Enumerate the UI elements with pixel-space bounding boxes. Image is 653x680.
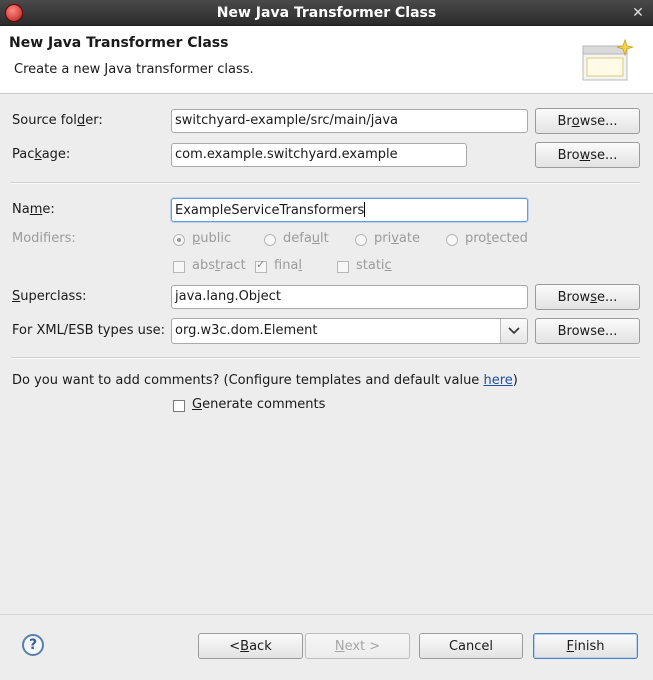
help-icon[interactable]: ? [22, 634, 44, 656]
final-checkbox[interactable] [255, 258, 267, 273]
name-label: Name: [12, 202, 55, 217]
wizard-title: New Java Transformer Class [9, 35, 229, 51]
finish-button[interactable]: Finish [533, 633, 638, 659]
title-bar: New Java Transformer Class ✕ [0, 0, 653, 26]
source-folder-label: Source folder: [12, 113, 103, 128]
static-checkbox-label: static [356, 258, 392, 273]
generate-comments-label: Generate comments [192, 397, 326, 412]
protected-radio-label: protected [465, 231, 528, 246]
xml-types-browse-button[interactable]: Browse... [535, 318, 640, 344]
superclass-input[interactable]: java.lang.Object [171, 285, 528, 309]
window-title: New Java Transformer Class [216, 4, 437, 21]
footer-separator [0, 614, 653, 615]
next-button[interactable]: Next > [305, 633, 410, 659]
public-radio[interactable] [173, 234, 185, 246]
static-checkbox[interactable] [337, 261, 349, 273]
separator [11, 182, 640, 184]
public-radio-label: public [192, 231, 232, 246]
configure-templates-link[interactable]: here [483, 373, 512, 388]
default-radio-label: default [283, 231, 329, 246]
xml-types-label: For XML/ESB types use: [12, 323, 166, 338]
class-name-value: ExampleServiceTransformers [175, 203, 365, 218]
private-radio-label: private [374, 231, 420, 246]
wizard-header: New Java Transformer Class Create a new … [0, 26, 653, 94]
private-radio[interactable] [355, 234, 367, 246]
protected-radio[interactable] [446, 234, 458, 246]
xml-types-combo[interactable]: org.w3c.dom.Element [171, 318, 528, 344]
package-input[interactable]: com.example.switchyard.example [171, 143, 467, 167]
abstract-checkbox[interactable] [173, 261, 185, 273]
xml-types-value: org.w3c.dom.Element [175, 323, 318, 338]
modifiers-label: Modifiers: [12, 231, 76, 246]
abstract-checkbox-label: abstract [192, 258, 246, 273]
package-label: Package: [12, 147, 71, 162]
superclass-label: Superclass: [12, 289, 87, 304]
separator [11, 357, 640, 359]
cancel-button[interactable]: Cancel [419, 633, 523, 659]
chevron-down-icon[interactable] [500, 319, 527, 343]
class-name-input[interactable]: ExampleServiceTransformers [171, 198, 528, 222]
source-folder-browse-button[interactable]: Br o wse... [535, 108, 640, 134]
superclass-browse-button[interactable]: Brow s e... [535, 284, 640, 310]
source-folder-input[interactable]: switchyard-example/src/main/java [171, 109, 528, 133]
generate-comments-checkbox[interactable] [173, 400, 185, 412]
default-radio[interactable] [264, 234, 276, 246]
new-class-wizard-banner-icon [582, 38, 634, 81]
eclipse-app-icon [5, 4, 23, 22]
back-button[interactable]: < Back [198, 633, 303, 659]
comments-question: Do you want to add comments? (Configure … [12, 373, 518, 388]
wizard-description: Create a new Java transformer class. [14, 62, 254, 77]
close-icon[interactable]: ✕ [629, 4, 647, 22]
text-caret [364, 202, 366, 217]
package-browse-button[interactable]: Bro w se... [535, 142, 640, 168]
final-checkbox-label: final [274, 258, 303, 273]
